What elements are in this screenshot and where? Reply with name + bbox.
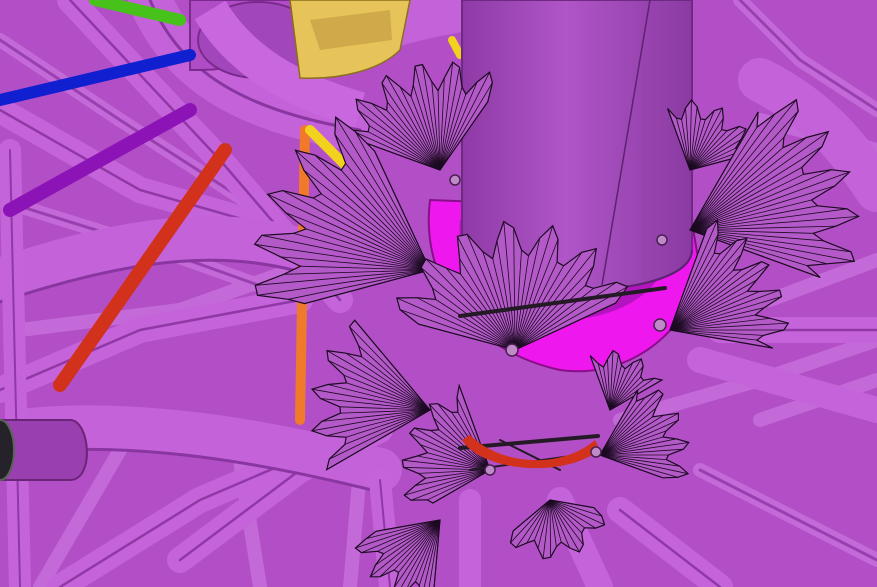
scene-svg (0, 0, 877, 587)
tube-end-cap (0, 419, 88, 481)
render-viewport[interactable] (0, 0, 877, 587)
